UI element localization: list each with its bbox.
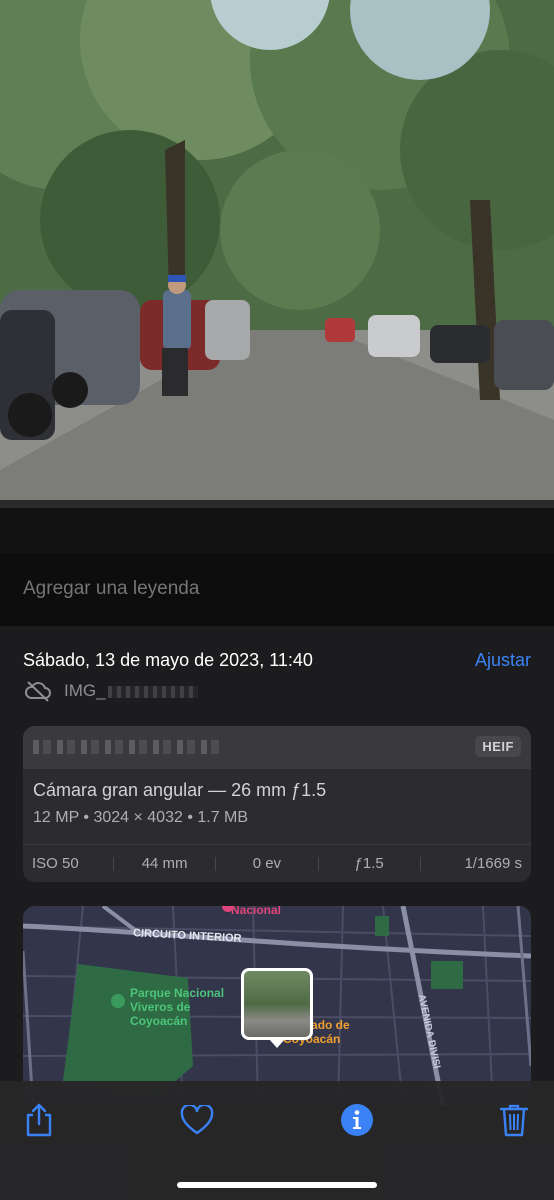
info-button[interactable] (337, 1100, 377, 1140)
filename-redacted (107, 685, 198, 698)
device-name-redacted (33, 740, 223, 754)
pin-pointer (269, 1039, 285, 1048)
heart-icon (180, 1105, 214, 1135)
adjust-button[interactable]: Ajustar (475, 650, 531, 671)
info-icon (341, 1104, 373, 1136)
map-label-nacional: Nacional (231, 906, 282, 917)
cloud-off-icon (25, 681, 51, 702)
photo-date: Sábado, 13 de mayo de 2023, 11:40 (23, 650, 313, 670)
photo-location-pin[interactable] (241, 968, 313, 1048)
format-badge: HEIF (475, 736, 521, 757)
photo-viewer[interactable] (0, 0, 554, 553)
map-label-parque: Parque Nacional Viveros de Coyoacán (130, 986, 225, 1028)
home-indicator[interactable] (177, 1182, 377, 1188)
exif-iso: ISO 50 (32, 855, 79, 872)
share-icon (26, 1103, 52, 1137)
favorite-button[interactable] (177, 1100, 217, 1140)
photo-thumbnail (244, 971, 310, 1037)
caption-input[interactable] (23, 578, 523, 600)
exif-row: ISO 50 44 mm 0 ev ƒ1.5 1/1669 s (23, 845, 531, 882)
share-button[interactable] (19, 1100, 59, 1140)
image-specs: 12 MP • 3024 × 4032 • 1.7 MB (33, 809, 249, 826)
trash-icon (499, 1104, 529, 1137)
exif-focal-length: 44 mm (141, 855, 188, 872)
delete-button[interactable] (494, 1100, 534, 1140)
location-map[interactable]: Nacional CIRCUITO INTERIOR Parque Nacion… (23, 906, 531, 1106)
filename: IMG_ (64, 681, 198, 701)
exif-exposure: 0 ev (252, 855, 282, 872)
camera-card-header: HEIF (23, 726, 531, 769)
lens-info: Cámara gran angular — 26 mm ƒ1.5 (33, 780, 327, 800)
filename-text: IMG_ (64, 681, 106, 700)
exif-shutter: 1/1669 s (464, 855, 522, 872)
street-photo (0, 0, 554, 553)
exif-aperture: ƒ1.5 (354, 855, 384, 872)
camera-card: HEIF Cámara gran angular — 26 mm ƒ1.5 12… (23, 726, 531, 882)
